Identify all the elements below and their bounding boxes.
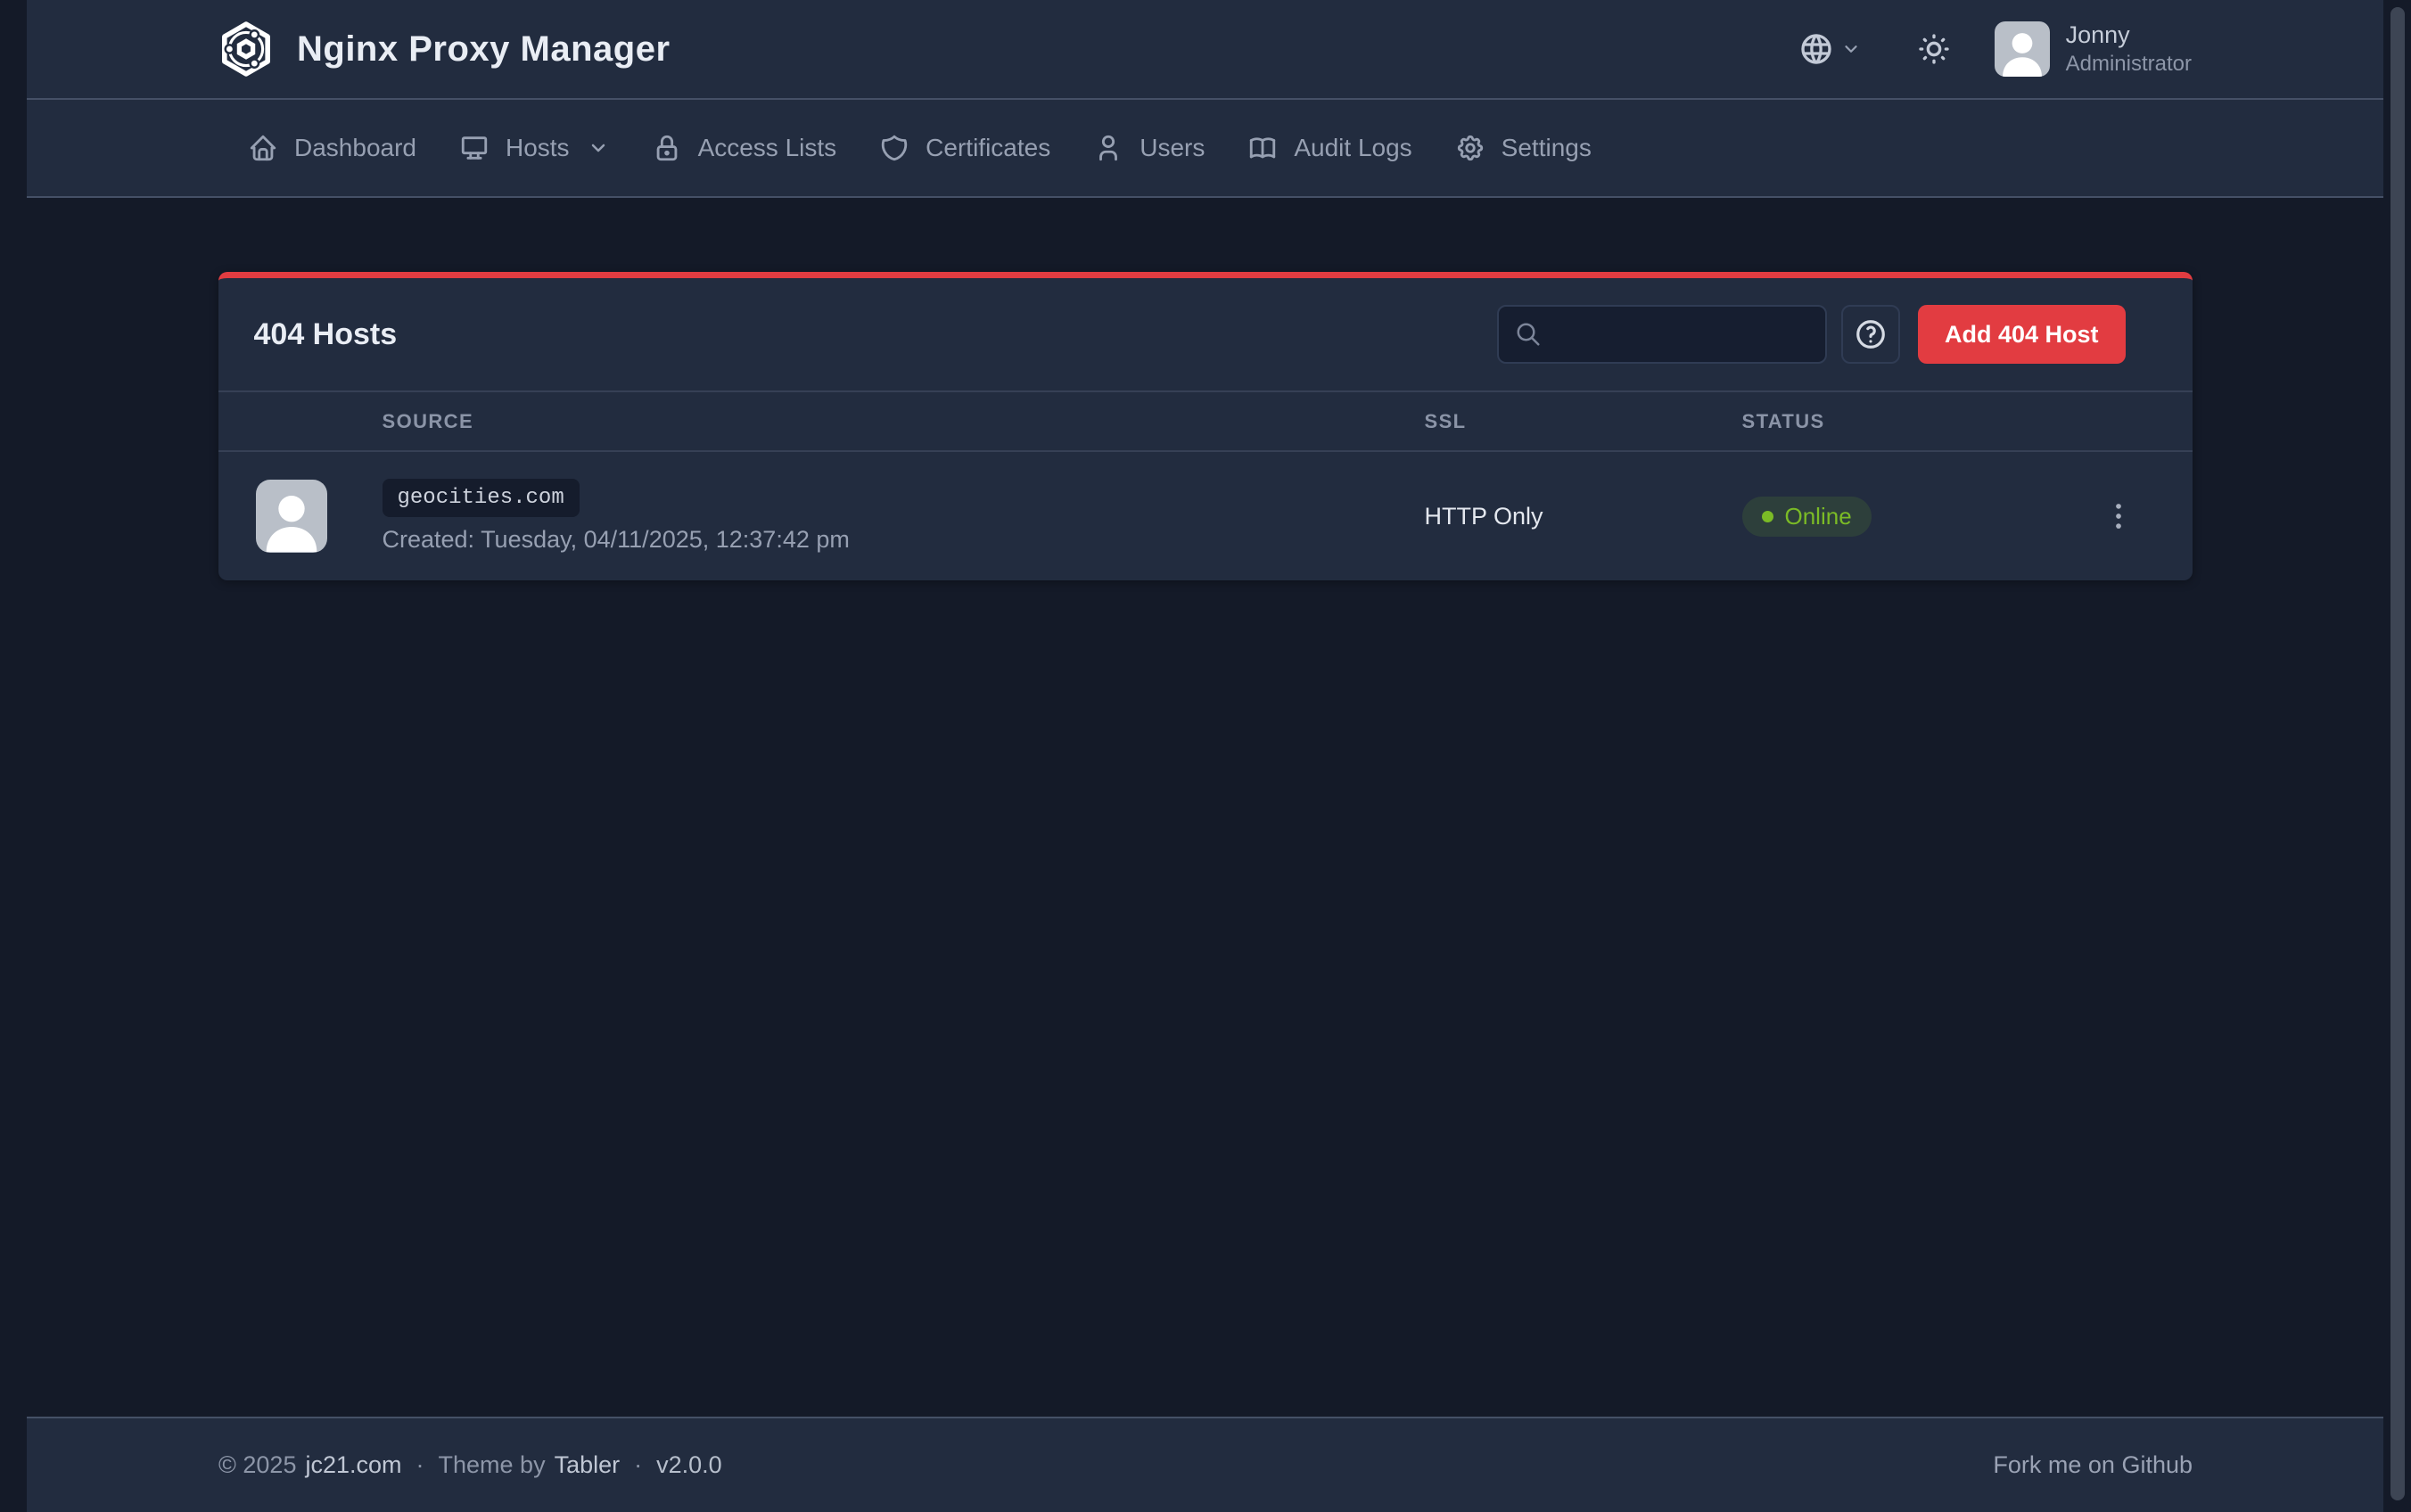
page-title: 404 Hosts <box>254 317 398 352</box>
chevron-down-icon <box>588 137 609 159</box>
nav-item-dashboard[interactable]: Dashboard <box>248 133 416 163</box>
page-content: 404 Hosts Add 404 Host Source SS <box>27 198 2383 1417</box>
chevron-down-icon <box>1841 39 1861 59</box>
nav-item-users[interactable]: Users <box>1093 133 1205 163</box>
col-header-status: Status <box>1742 410 2045 433</box>
lock-icon <box>652 133 682 163</box>
nav-item-settings[interactable]: Settings <box>1455 133 1592 163</box>
col-header-ssl: SSL <box>1425 410 1742 433</box>
row-avatar-cell <box>218 480 383 553</box>
row-actions-cell <box>2045 499 2193 533</box>
row-avatar <box>256 480 327 553</box>
footer-theme-link[interactable]: Tabler <box>555 1451 621 1479</box>
search-box <box>1497 305 1827 364</box>
help-circle-icon <box>1854 317 1888 351</box>
nav-item-hosts[interactable]: Hosts <box>459 133 609 163</box>
footer: © 2025 jc21.com · Theme by Tabler · v2.0… <box>27 1417 2383 1512</box>
status-badge: Online <box>1742 497 1872 537</box>
user-avatar <box>1995 21 2050 77</box>
kebab-menu-icon[interactable] <box>2102 499 2135 533</box>
footer-fork-link[interactable]: Fork me on Github <box>1993 1451 2193 1479</box>
nav-label: Settings <box>1502 134 1592 162</box>
nav-label: Certificates <box>926 134 1050 162</box>
user-role: Administrator <box>2066 53 2192 76</box>
main-nav: Dashboard Hosts Access Lists Certificate… <box>27 100 2383 198</box>
topbar: Nginx Proxy Manager <box>27 0 2383 100</box>
row-ssl-cell: HTTP Only <box>1425 503 1742 530</box>
hosts-card: 404 Hosts Add 404 Host Source SS <box>218 272 2193 580</box>
card-header: 404 Hosts Add 404 Host <box>218 278 2193 392</box>
person-silhouette-icon <box>1995 21 2050 77</box>
book-icon <box>1247 133 1278 163</box>
app-title: Nginx Proxy Manager <box>297 29 671 70</box>
footer-version-link[interactable]: v2.0.0 <box>656 1451 722 1479</box>
nav-label: Audit Logs <box>1294 134 1411 162</box>
brand[interactable]: Nginx Proxy Manager <box>218 20 671 78</box>
nav-item-audit-logs[interactable]: Audit Logs <box>1247 133 1411 163</box>
nav-label: Dashboard <box>294 134 416 162</box>
user-meta: Jonny Administrator <box>2066 22 2192 76</box>
footer-separator: · <box>634 1451 642 1479</box>
globe-icon <box>1798 31 1834 67</box>
footer-theme-by: Theme by <box>439 1451 546 1479</box>
footer-separator: · <box>416 1451 424 1479</box>
person-silhouette-icon <box>256 480 327 553</box>
row-status-cell: Online <box>1742 497 2045 537</box>
language-button[interactable] <box>1798 31 1861 67</box>
nav-label: Hosts <box>506 134 570 162</box>
add-404-host-button[interactable]: Add 404 Host <box>1918 305 2126 364</box>
theme-toggle-button[interactable] <box>1916 31 1952 67</box>
status-dot-icon <box>1762 511 1773 522</box>
app-root: Nginx Proxy Manager <box>27 0 2383 1512</box>
created-timestamp: Created: Tuesday, 04/11/2025, 12:37:42 p… <box>383 526 850 554</box>
nav-label: Access Lists <box>698 134 837 162</box>
search-input[interactable] <box>1552 321 1809 349</box>
nav-item-certificates[interactable]: Certificates <box>879 133 1050 163</box>
user-name: Jonny <box>2066 22 2192 49</box>
scrollbar-thumb[interactable] <box>2390 7 2405 1500</box>
user-icon <box>1093 133 1123 163</box>
shield-icon <box>879 133 909 163</box>
app-logo-icon <box>218 20 274 78</box>
search-icon <box>1515 321 1542 348</box>
footer-copyright: © 2025 <box>218 1451 296 1479</box>
nav-label: Users <box>1140 134 1205 162</box>
table-row: geocities.com Created: Tuesday, 04/11/20… <box>218 452 2193 580</box>
help-button[interactable] <box>1841 305 1900 364</box>
source-domain-badge: geocities.com <box>383 479 580 518</box>
row-source-cell: geocities.com Created: Tuesday, 04/11/20… <box>383 479 1425 555</box>
table-header-row: Source SSL Status <box>218 392 2193 452</box>
gear-icon <box>1455 133 1485 163</box>
status-label: Online <box>1785 503 1852 530</box>
sun-icon <box>1916 31 1952 67</box>
col-header-source: Source <box>383 410 1425 433</box>
footer-site-link[interactable]: jc21.com <box>305 1451 401 1479</box>
monitor-icon <box>459 133 490 163</box>
user-menu[interactable]: Jonny Administrator <box>1995 21 2192 77</box>
nav-item-access-lists[interactable]: Access Lists <box>652 133 837 163</box>
topbar-actions: Jonny Administrator <box>1798 21 2192 77</box>
home-icon <box>248 133 278 163</box>
